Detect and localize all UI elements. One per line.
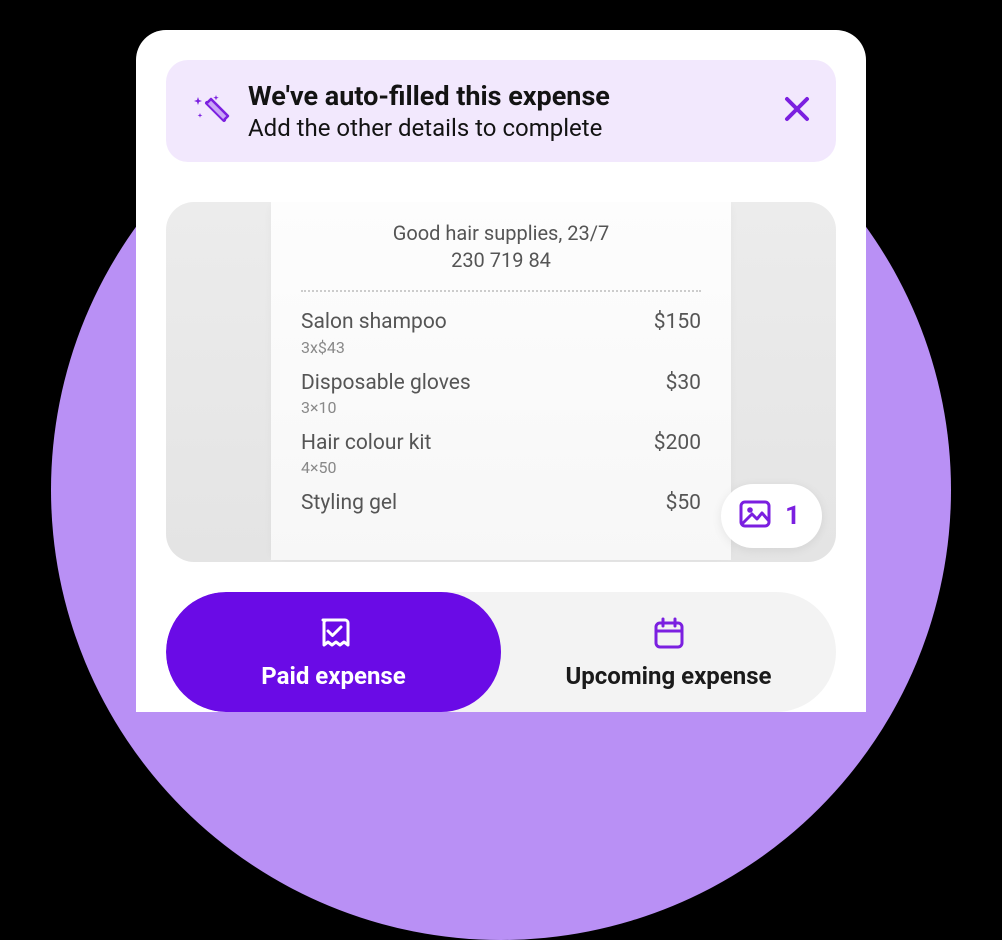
image-icon: [737, 496, 773, 536]
banner-subtitle: Add the other details to complete: [248, 114, 764, 142]
receipt-divider: [301, 290, 701, 292]
tab-paid-expense[interactable]: Paid expense: [166, 592, 501, 712]
receipt-item-sub: 3×10: [301, 398, 471, 417]
receipt-paper: Good hair supplies, 23/7 230 719 84 Salo…: [271, 202, 731, 560]
receipt-item-price: $50: [666, 491, 701, 515]
receipt-item-price: $200: [654, 431, 701, 455]
receipt-item-sub: 3x$43: [301, 338, 447, 357]
tab-label: Paid expense: [261, 662, 405, 690]
receipt-item-price: $30: [666, 371, 701, 395]
receipt-header: Good hair supplies, 23/7 230 719 84: [301, 220, 701, 274]
receipt-item-price: $150: [654, 310, 701, 334]
close-icon: [782, 94, 812, 128]
receipt-check-icon: [314, 614, 354, 658]
close-button[interactable]: [782, 94, 812, 128]
magic-wand-icon: [190, 89, 230, 133]
receipt-row: Hair colour kit 4×50 $200: [301, 431, 701, 477]
autofill-banner: We've auto-filled this expense Add the o…: [166, 60, 836, 162]
tab-upcoming-expense[interactable]: Upcoming expense: [501, 592, 836, 712]
calendar-icon: [649, 614, 689, 658]
receipt-item-name: Styling gel: [301, 491, 397, 516]
receipt-row: Salon shampoo 3x$43 $150: [301, 310, 701, 356]
receipt-row: Styling gel $50: [301, 491, 701, 516]
attachment-count: 1: [785, 501, 800, 531]
banner-title: We've auto-filled this expense: [248, 80, 764, 112]
banner-text: We've auto-filled this expense Add the o…: [248, 80, 764, 142]
expense-card: We've auto-filled this expense Add the o…: [136, 30, 866, 712]
expense-type-tabs: Paid expense Upcoming expense: [166, 592, 836, 712]
receipt-row: Disposable gloves 3×10 $30: [301, 371, 701, 417]
receipt-item-name: Hair colour kit: [301, 431, 431, 456]
receipt-preview: Good hair supplies, 23/7 230 719 84 Salo…: [166, 202, 836, 562]
receipt-store: Good hair supplies, 23/7: [301, 220, 701, 247]
receipt-item-name: Salon shampoo: [301, 310, 447, 335]
receipt-item-name: Disposable gloves: [301, 371, 471, 396]
tab-label: Upcoming expense: [565, 662, 771, 690]
attachment-pill[interactable]: 1: [721, 484, 822, 548]
receipt-phone: 230 719 84: [301, 247, 701, 274]
receipt-item-sub: 4×50: [301, 458, 431, 477]
